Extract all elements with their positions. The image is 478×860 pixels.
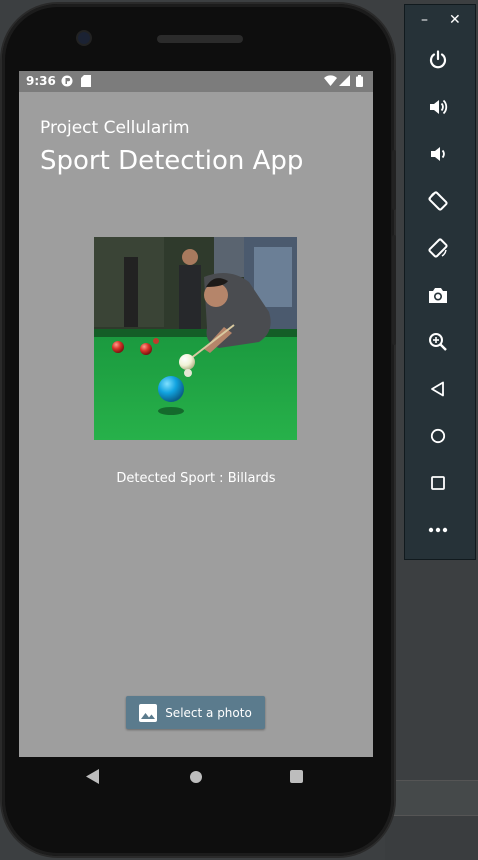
select-photo-button[interactable]: Select a photo — [126, 696, 265, 729]
zoom-icon[interactable] — [426, 330, 450, 354]
volume-down-icon[interactable] — [426, 142, 450, 166]
status-bar: 9:36 — [19, 71, 373, 92]
close-button[interactable]: ✕ — [449, 12, 461, 28]
billiards-photo — [94, 237, 297, 440]
front-camera-icon — [78, 32, 90, 44]
rotate-left-icon[interactable] — [426, 189, 450, 213]
earpiece-speaker — [157, 35, 243, 43]
phone-volume-key — [392, 235, 396, 345]
nav-home-icon[interactable] — [190, 771, 202, 783]
nav-recents-icon[interactable] — [290, 770, 303, 783]
signal-icon — [339, 75, 350, 89]
back-icon[interactable] — [426, 377, 450, 401]
overview-icon[interactable] — [426, 471, 450, 495]
volume-up-icon[interactable] — [426, 95, 450, 119]
wifi-icon — [324, 75, 337, 89]
status-time: 9:36 — [26, 74, 56, 88]
select-photo-label: Select a photo — [165, 705, 252, 720]
more-icon[interactable] — [426, 518, 450, 542]
app-subtitle: Project Cellularim — [40, 118, 190, 138]
phone-power-key — [392, 150, 396, 210]
rotate-right-icon[interactable] — [426, 236, 450, 260]
ide-bottom-panel-2 — [385, 815, 478, 860]
detection-result: Detected Sport : Billards — [116, 471, 276, 486]
nav-back-icon[interactable] — [86, 769, 99, 788]
sd-card-icon — [81, 75, 92, 90]
home-icon[interactable] — [426, 424, 450, 448]
minimize-button[interactable]: – — [421, 12, 428, 28]
power-icon[interactable] — [426, 48, 450, 72]
camera-icon[interactable] — [426, 283, 450, 307]
image-icon — [139, 703, 158, 722]
app-title: Sport Detection App — [40, 146, 304, 176]
phone-screen: 9:36 Project Cellularim Sport Detection … — [19, 71, 373, 757]
selected-photo — [94, 237, 297, 440]
app-notification-icon — [61, 75, 73, 90]
battery-icon — [356, 75, 363, 90]
